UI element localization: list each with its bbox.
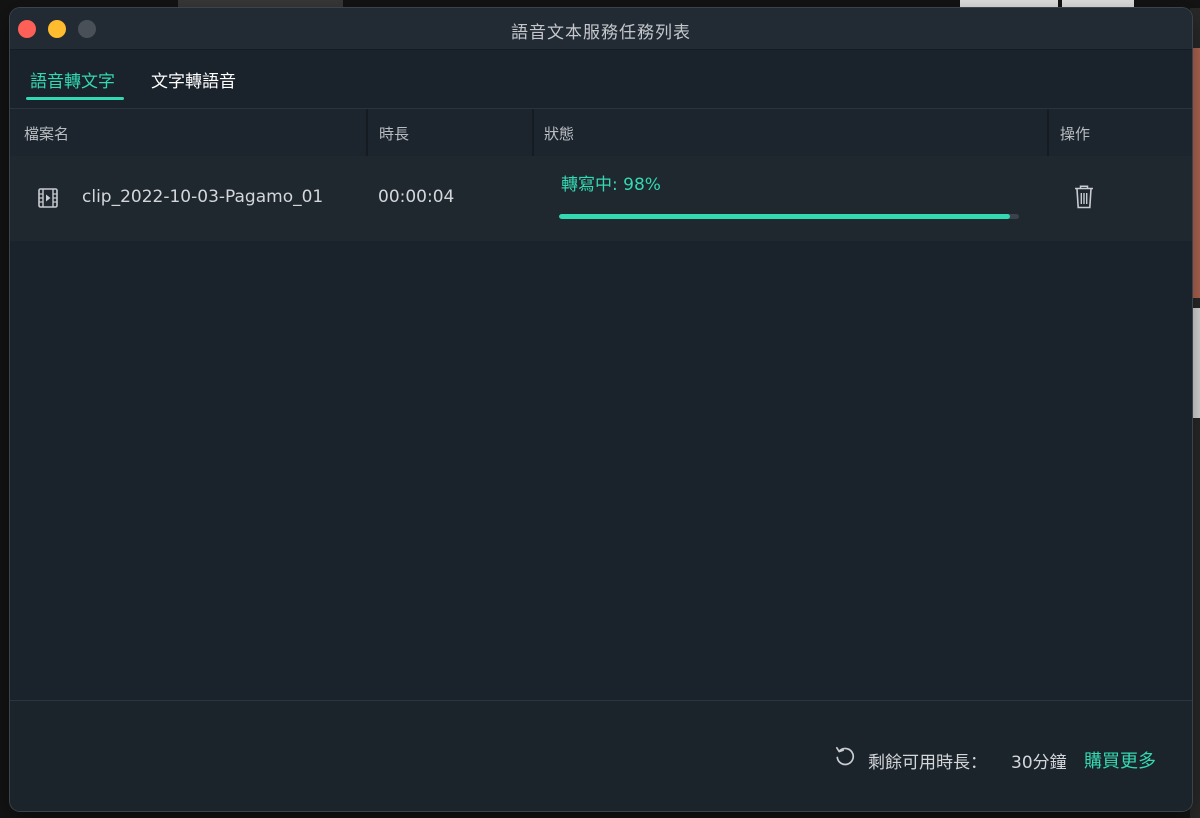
background-app-strip: [960, 0, 1058, 8]
background-app-strip: [178, 0, 343, 8]
footer: 剩餘可用時長： 30分鐘 購買更多: [10, 701, 1192, 811]
progress-fill: [559, 214, 1010, 219]
active-tab-indicator: [26, 97, 124, 100]
status-text: 轉寫中: 98%: [561, 175, 661, 195]
tab-speech-to-text[interactable]: 語音轉文字: [30, 67, 115, 92]
header-status: 狀態: [544, 125, 575, 143]
tab-text-to-speech[interactable]: 文字轉語音: [151, 67, 236, 92]
header-file-name: 檔案名: [24, 125, 70, 143]
progress-bar: [559, 214, 1019, 219]
remaining-time-value: 30分鐘: [1011, 753, 1067, 773]
column-divider: [532, 109, 534, 157]
header-duration: 時長: [379, 125, 410, 143]
title-bar: 語音文本服務任務列表: [10, 8, 1192, 50]
tab-bar: 語音轉文字 文字轉語音: [10, 50, 1192, 108]
background-app-strip: [1062, 0, 1134, 8]
task-list-window: 語音文本服務任務列表 語音轉文字 文字轉語音 檔案名 時長 狀態 操作 clip…: [10, 8, 1192, 811]
trash-icon[interactable]: [1073, 184, 1095, 210]
window-title: 語音文本服務任務列表: [511, 23, 691, 43]
header-actions: 操作: [1060, 125, 1091, 143]
remaining-time-label: 剩餘可用時長：: [868, 753, 987, 773]
table-header: 檔案名 時長 狀態 操作: [10, 108, 1192, 157]
table-row[interactable]: clip_2022-10-03-Pagamo_01 00:00:04 轉寫中: …: [10, 156, 1192, 241]
buy-more-link[interactable]: 購買更多: [1084, 747, 1156, 773]
file-name: clip_2022-10-03-Pagamo_01: [82, 187, 324, 207]
column-divider: [1047, 109, 1049, 157]
column-divider: [366, 109, 368, 157]
refresh-icon[interactable]: [834, 745, 856, 767]
video-file-icon: [38, 188, 58, 208]
duration-value: 00:00:04: [378, 187, 455, 207]
